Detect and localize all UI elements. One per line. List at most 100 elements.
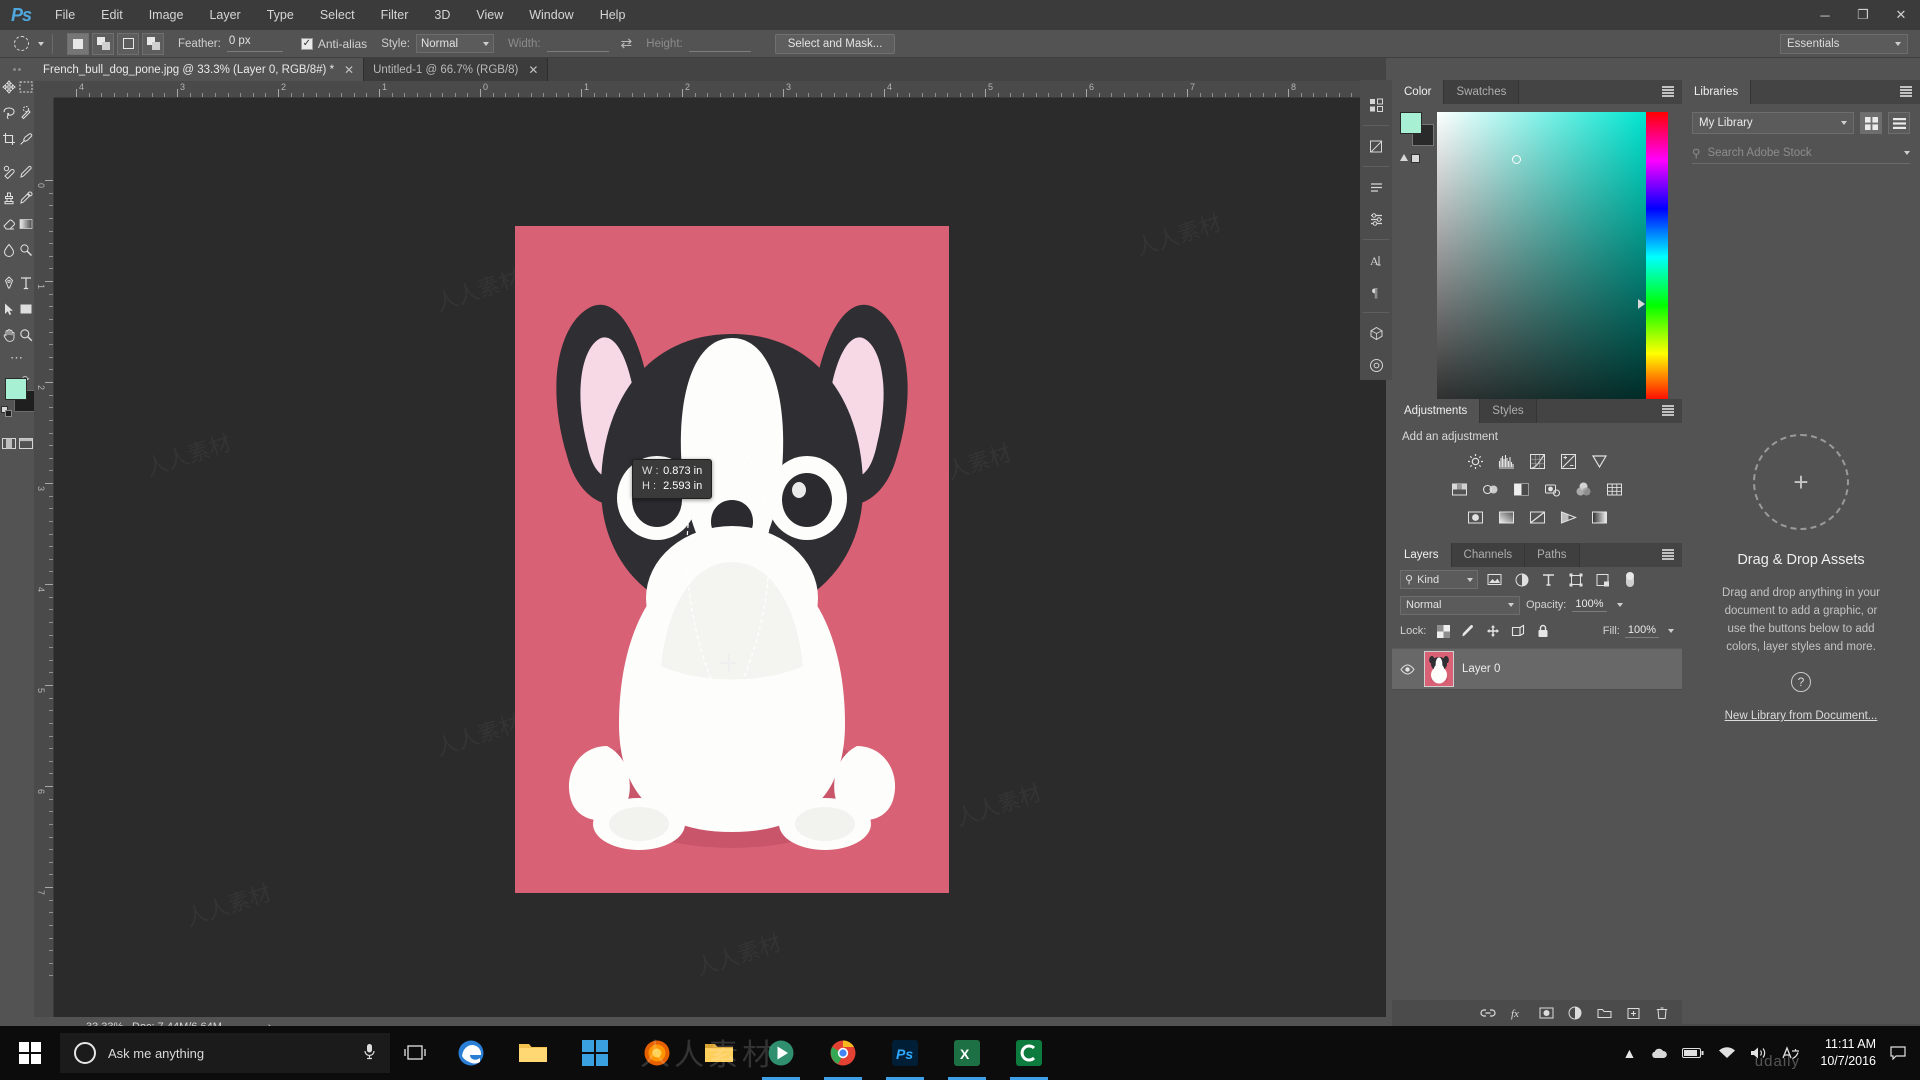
color-lookup-icon[interactable] [1605, 480, 1624, 499]
blend-mode-select[interactable]: Normal [1400, 595, 1520, 615]
cortana-search-box[interactable]: Ask me anything [60, 1033, 390, 1073]
eyedropper-tool[interactable] [17, 126, 34, 152]
taskbar-app-store-icon[interactable] [564, 1026, 626, 1080]
dodge-tool[interactable] [17, 237, 34, 263]
notification-icon[interactable] [1890, 1046, 1906, 1060]
foreground-color-swatch[interactable] [5, 378, 27, 400]
style-select[interactable]: Normal [415, 34, 494, 53]
menu-type[interactable]: Type [254, 0, 307, 30]
layer-visibility-eye-icon[interactable] [1398, 663, 1416, 675]
menu-window[interactable]: Window [516, 0, 586, 30]
lasso-tool[interactable] [0, 100, 17, 126]
menu-image[interactable]: Image [136, 0, 197, 30]
show-hidden-icons-chevron-icon[interactable]: ▲ [1623, 1045, 1637, 1061]
rectangular-marquee-tool[interactable] [17, 74, 34, 100]
brush-tool[interactable] [17, 159, 34, 185]
tab-adjustments[interactable]: Adjustments [1392, 399, 1481, 423]
microphone-icon[interactable] [363, 1043, 376, 1063]
menu-help[interactable]: Help [587, 0, 639, 30]
select-and-mask-button[interactable]: Select and Mask... [774, 33, 896, 54]
chevron-down-icon[interactable] [1904, 150, 1910, 155]
libraries-rail-icon[interactable] [1361, 90, 1391, 120]
grid-view-icon[interactable] [1860, 112, 1882, 134]
table-row[interactable]: Layer 0 [1392, 648, 1682, 690]
elliptical-marquee-icon[interactable] [8, 33, 34, 55]
vibrance-icon[interactable] [1590, 452, 1609, 471]
tab-styles[interactable]: Styles [1480, 399, 1537, 423]
foreground-color-swatch[interactable] [1400, 112, 1422, 134]
path-selection-tool[interactable] [0, 296, 17, 322]
new-adjustment-layer-icon[interactable] [1567, 1005, 1583, 1021]
tab-swatches[interactable]: Swatches [1444, 80, 1520, 104]
new-library-from-document-link[interactable]: New Library from Document... [1725, 710, 1878, 722]
spot-healing-brush-tool[interactable] [0, 159, 17, 185]
filter-pixel-icon[interactable] [1484, 570, 1505, 590]
color-balance-icon[interactable] [1481, 480, 1500, 499]
color-picker-field[interactable] [1437, 112, 1646, 402]
document-tab-french-bull-dog[interactable]: French_bull_dog_pone.jpg @ 33.3% (Layer … [34, 58, 365, 81]
add-to-selection-button[interactable] [92, 32, 114, 55]
lock-transparent-pixels-icon[interactable] [1435, 623, 1451, 639]
library-search-input[interactable]: Search Adobe Stock [1707, 147, 1811, 159]
taskbar-app-chrome-icon[interactable] [812, 1026, 874, 1080]
eraser-tool[interactable] [0, 211, 17, 237]
photo-filter-icon[interactable] [1543, 480, 1562, 499]
maximize-button[interactable]: ❐ [1844, 0, 1882, 30]
hue-saturation-icon[interactable] [1450, 480, 1469, 499]
hue-slider[interactable] [1646, 112, 1668, 402]
edit-in-quick-mask-mode-icon[interactable] [0, 434, 17, 452]
clone-stamp-tool[interactable] [0, 185, 17, 211]
curves-icon[interactable] [1528, 452, 1547, 471]
close-icon[interactable]: ✕ [528, 64, 538, 76]
swap-dimensions-icon[interactable]: ⇄ [621, 35, 633, 52]
list-view-icon[interactable] [1888, 112, 1910, 134]
lang-icon[interactable] [1782, 1045, 1800, 1061]
properties-rail-icon[interactable] [1361, 172, 1391, 202]
taskbar-app-camtasia-icon[interactable] [998, 1026, 1060, 1080]
document-viewport[interactable]: 人人素材 人人素材 人人素材 人人素材 人人素材 人人素材 人人素材 人人素材 [54, 98, 1386, 1026]
antialias-checkbox[interactable]: ✓ [300, 37, 313, 50]
threshold-icon[interactable] [1528, 508, 1547, 527]
lock-image-pixels-icon[interactable] [1460, 623, 1476, 639]
panel-menu-icon[interactable] [1900, 86, 1912, 97]
workspace-switcher[interactable]: Essentials [1780, 34, 1908, 54]
filter-shape-icon[interactable] [1565, 570, 1586, 590]
opacity-value[interactable]: 100% [1572, 598, 1607, 612]
default-colors-icon[interactable] [1, 406, 12, 417]
hand-tool[interactable] [0, 322, 17, 348]
color-picker-marker[interactable] [1512, 155, 1521, 164]
network-icon[interactable] [1718, 1046, 1736, 1060]
artboard-image[interactable] [515, 226, 949, 893]
task-view-icon[interactable] [390, 1026, 440, 1080]
taskbar-app-firefox-icon[interactable] [626, 1026, 688, 1080]
filter-smart-object-icon[interactable] [1592, 570, 1613, 590]
height-input[interactable] [688, 35, 751, 52]
subtract-from-selection-button[interactable] [117, 32, 139, 55]
menu-view[interactable]: View [463, 0, 516, 30]
layer-mask-icon[interactable] [1538, 1005, 1554, 1021]
menu-filter[interactable]: Filter [368, 0, 422, 30]
close-icon[interactable]: ✕ [344, 64, 354, 76]
vertical-ruler[interactable]: 0 1 2 3 4 5 6 7 [34, 98, 54, 1026]
document-tab-untitled-1[interactable]: Untitled-1 @ 66.7% (RGB/8) ✕ [364, 58, 549, 81]
move-tool[interactable] [0, 74, 17, 100]
menu-layer[interactable]: Layer [196, 0, 253, 30]
channel-mixer-icon[interactable] [1574, 480, 1593, 499]
new-selection-button[interactable] [67, 32, 89, 55]
menu-3d[interactable]: 3D [421, 0, 463, 30]
toolbar-grip[interactable] [0, 64, 34, 74]
menu-edit[interactable]: Edit [88, 0, 136, 30]
menu-file[interactable]: File [42, 0, 88, 30]
antialias-checkbox-wrap[interactable]: ✓ Anti-alias [300, 37, 367, 51]
panel-menu-icon[interactable] [1662, 86, 1674, 97]
library-select[interactable]: My Library [1692, 112, 1854, 134]
taskbar-clock[interactable]: 11:11 AM 10/7/2016 [1820, 1036, 1876, 1070]
layer-filter-kind-select[interactable]: ⚲ Kind [1400, 570, 1478, 589]
blur-tool[interactable] [0, 237, 17, 263]
tab-channels[interactable]: Channels [1451, 543, 1526, 567]
lock-all-icon[interactable] [1535, 623, 1551, 639]
taskbar-app-folder-yellow-icon[interactable] [688, 1026, 750, 1080]
onedrive-icon[interactable] [1650, 1047, 1668, 1060]
layer-style-icon[interactable]: fx [1509, 1005, 1525, 1021]
battery-icon[interactable] [1682, 1047, 1704, 1059]
